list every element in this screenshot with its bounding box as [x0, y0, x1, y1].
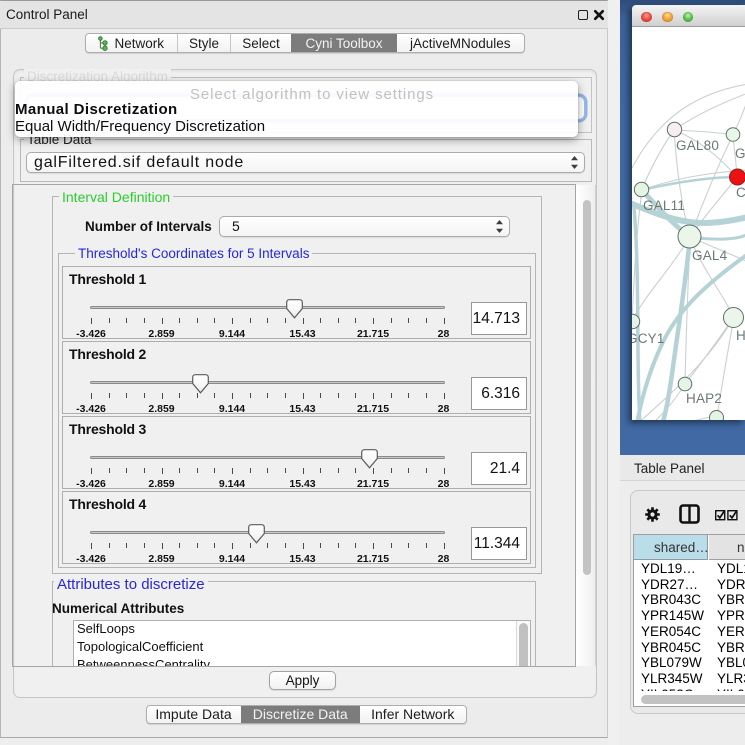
svg-text:GAL4: GAL4 [692, 248, 728, 263]
svg-text:HAP2: HAP2 [686, 391, 722, 406]
svg-text:GAL11: GAL11 [643, 198, 685, 213]
svg-text:GA: GA [735, 146, 745, 161]
svg-text:GCY1: GCY1 [632, 331, 665, 346]
svg-text:H: H [736, 328, 745, 343]
svg-text:GAL80: GAL80 [676, 138, 719, 153]
svg-text:C: C [736, 185, 745, 200]
